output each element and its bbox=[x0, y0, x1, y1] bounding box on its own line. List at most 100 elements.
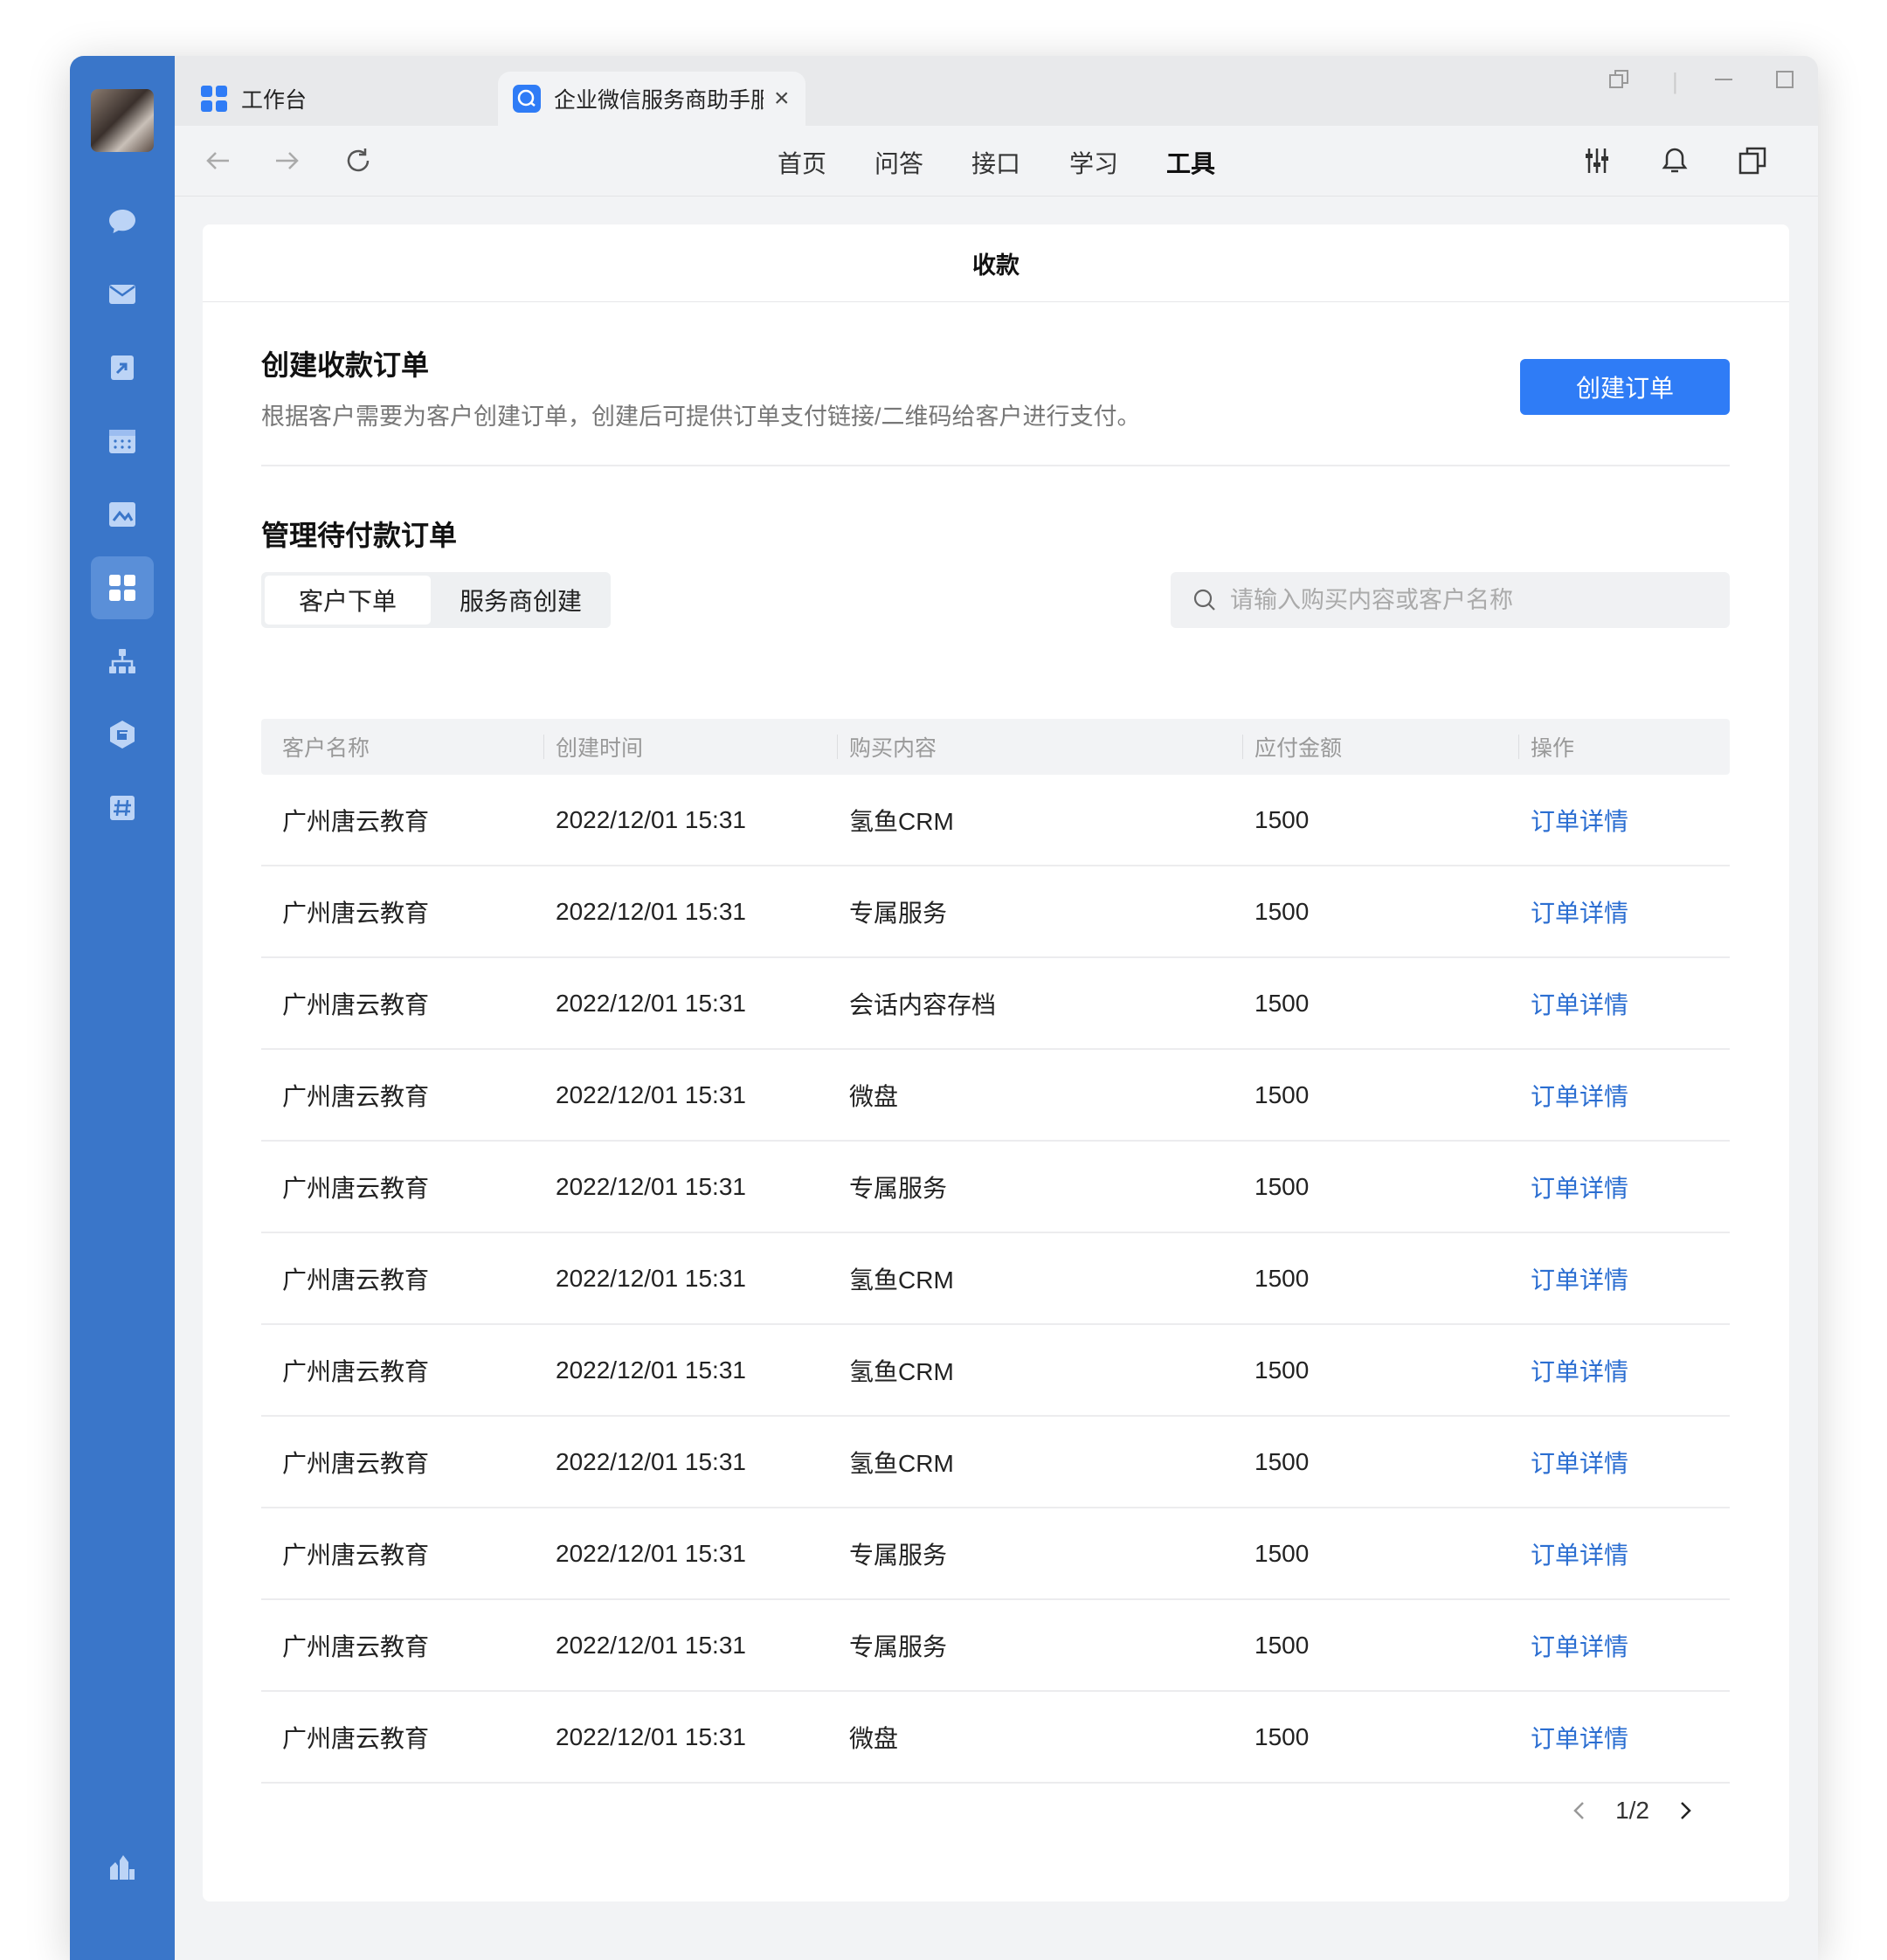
create-order-heading: 创建收款订单 bbox=[261, 349, 430, 381]
table-cell-time: 2022/12/01 15:31 bbox=[556, 1080, 746, 1108]
manage-orders-heading: 管理待付款订单 bbox=[261, 520, 458, 551]
table-cell-time: 2022/12/01 15:31 bbox=[556, 1447, 746, 1475]
restore-window-icon[interactable] bbox=[1607, 68, 1630, 97]
search-input[interactable] bbox=[1228, 585, 1704, 615]
search-box bbox=[1171, 572, 1730, 628]
section-divider bbox=[261, 465, 1730, 466]
table-cell-time: 2022/12/01 15:31 bbox=[556, 1172, 746, 1200]
table-cell-item: 氢鱼CRM bbox=[849, 807, 954, 835]
table-row: 广州唐云教育 2022/12/01 15:31 会话内容存档 1500 订单详情 bbox=[261, 958, 1730, 1050]
segment-customer-orders[interactable]: 客户下单 bbox=[265, 576, 431, 625]
table-cell-customer: 广州唐云教育 bbox=[282, 1449, 430, 1477]
table-cell-item: 会话内容存档 bbox=[849, 990, 997, 1018]
forward-icon[interactable] bbox=[269, 143, 304, 178]
mail-icon[interactable] bbox=[91, 263, 154, 326]
back-icon[interactable] bbox=[201, 143, 236, 178]
search-icon bbox=[1193, 589, 1215, 611]
segment-provider-created[interactable]: 服务商创建 bbox=[434, 576, 607, 625]
table-cell-customer: 广州唐云教育 bbox=[282, 1357, 430, 1385]
tab-workbench[interactable]: 工作台 bbox=[199, 72, 461, 126]
table-cell-time: 2022/12/01 15:31 bbox=[556, 1539, 746, 1567]
nav-api[interactable]: 接口 bbox=[971, 145, 1020, 180]
table-row: 广州唐云教育 2022/12/01 15:31 氢鱼CRM 1500 订单详情 bbox=[261, 1325, 1730, 1417]
column-header-action: 操作 bbox=[1518, 719, 1574, 775]
page-indicator: 1/2 bbox=[1615, 1797, 1649, 1824]
order-details-link[interactable]: 订单详情 bbox=[1531, 1142, 1628, 1232]
chevron-left-icon[interactable] bbox=[1566, 1798, 1593, 1824]
settings-icon[interactable] bbox=[91, 1836, 154, 1899]
nav-tools[interactable]: 工具 bbox=[1166, 145, 1215, 180]
table-row: 广州唐云教育 2022/12/01 15:31 专属服务 1500 订单详情 bbox=[261, 1508, 1730, 1600]
nav-bar: 首页 问答 接口 学习 工具 bbox=[175, 126, 1818, 197]
tab-assistant[interactable]: 企业微信服务商助手服 × bbox=[498, 72, 805, 126]
order-details-link[interactable]: 订单详情 bbox=[1531, 1417, 1628, 1507]
table-cell-customer: 广州唐云教育 bbox=[282, 807, 430, 835]
nav-qa[interactable]: 问答 bbox=[874, 145, 923, 180]
hashtag-icon[interactable] bbox=[91, 776, 154, 839]
nav-home[interactable]: 首页 bbox=[778, 145, 826, 180]
table-cell-amount: 1500 bbox=[1255, 805, 1310, 833]
table-header: 客户名称 创建时间 购买内容 应付金额 操作 bbox=[261, 719, 1730, 775]
minimize-icon[interactable] bbox=[1712, 68, 1735, 97]
order-details-link[interactable]: 订单详情 bbox=[1531, 866, 1628, 956]
table-cell-time: 2022/12/01 15:31 bbox=[556, 897, 746, 925]
order-details-link[interactable]: 订单详情 bbox=[1531, 1508, 1628, 1598]
table-cell-item: 微盘 bbox=[849, 1082, 899, 1110]
table-row: 广州唐云教育 2022/12/01 15:31 微盘 1500 订单详情 bbox=[261, 1050, 1730, 1142]
column-header-label: 购买内容 bbox=[849, 736, 937, 761]
order-details-link[interactable]: 订单详情 bbox=[1531, 1600, 1628, 1690]
chevron-right-icon[interactable] bbox=[1672, 1798, 1698, 1824]
table-row: 广州唐云教育 2022/12/01 15:31 专属服务 1500 订单详情 bbox=[261, 1600, 1730, 1692]
app-window: 工作台 企业微信服务商助手服 × | 首页 问答 接口 学习 工具 收款 创建收… bbox=[70, 56, 1818, 1960]
table-cell-amount: 1500 bbox=[1255, 1447, 1310, 1475]
table-row: 广州唐云教育 2022/12/01 15:31 氢鱼CRM 1500 订单详情 bbox=[261, 775, 1730, 866]
order-details-link[interactable]: 订单详情 bbox=[1531, 1325, 1628, 1415]
workbench-icon[interactable] bbox=[91, 556, 154, 619]
pagination: 1/2 bbox=[1566, 1797, 1698, 1825]
table-cell-time: 2022/12/01 15:31 bbox=[556, 1356, 746, 1384]
order-details-link[interactable]: 订单详情 bbox=[1531, 1692, 1628, 1782]
column-header-item: 购买内容 bbox=[837, 719, 937, 775]
table-cell-amount: 1500 bbox=[1255, 1264, 1310, 1292]
drive-icon[interactable] bbox=[91, 483, 154, 546]
table-cell-amount: 1500 bbox=[1255, 1539, 1310, 1567]
org-chart-icon[interactable] bbox=[91, 630, 154, 693]
order-details-link[interactable]: 订单详情 bbox=[1531, 958, 1628, 1048]
apps-icon[interactable] bbox=[91, 703, 154, 766]
refresh-icon[interactable] bbox=[341, 143, 376, 178]
calendar-icon[interactable] bbox=[91, 410, 154, 473]
table-row: 广州唐云教育 2022/12/01 15:31 专属服务 1500 订单详情 bbox=[261, 866, 1730, 958]
create-order-button[interactable]: 创建订单 bbox=[1520, 359, 1730, 415]
sidebar bbox=[70, 56, 175, 1960]
table-cell-amount: 1500 bbox=[1255, 1172, 1310, 1200]
sliders-icon[interactable] bbox=[1579, 143, 1614, 178]
wecom-assistant-icon bbox=[512, 84, 542, 114]
table-cell-time: 2022/12/01 15:31 bbox=[556, 989, 746, 1017]
table-cell-time: 2022/12/01 15:31 bbox=[556, 805, 746, 833]
close-icon[interactable]: × bbox=[774, 84, 790, 114]
avatar[interactable] bbox=[91, 89, 154, 152]
page-title: 收款 bbox=[203, 224, 1789, 302]
order-source-toggle: 客户下单 服务商创建 bbox=[261, 572, 611, 628]
table-row: 广州唐云教育 2022/12/01 15:31 氢鱼CRM 1500 订单详情 bbox=[261, 1417, 1730, 1508]
nav-learn[interactable]: 学习 bbox=[1069, 145, 1118, 180]
tab-label: 企业微信服务商助手服 bbox=[554, 88, 764, 113]
table-cell-item: 专属服务 bbox=[849, 1541, 948, 1569]
table-row: 广州唐云教育 2022/12/01 15:31 专属服务 1500 订单详情 bbox=[261, 1142, 1730, 1233]
bell-icon[interactable] bbox=[1657, 143, 1692, 178]
table-cell-item: 氢鱼CRM bbox=[849, 1449, 954, 1477]
table-row: 广州唐云教育 2022/12/01 15:31 微盘 1500 订单详情 bbox=[261, 1692, 1730, 1784]
maximize-icon[interactable] bbox=[1773, 68, 1796, 97]
new-window-icon[interactable] bbox=[1735, 143, 1770, 178]
order-details-link[interactable]: 订单详情 bbox=[1531, 775, 1628, 865]
order-details-link[interactable]: 订单详情 bbox=[1531, 1233, 1628, 1323]
table-cell-customer: 广州唐云教育 bbox=[282, 1082, 430, 1110]
table-cell-customer: 广州唐云教育 bbox=[282, 1724, 430, 1752]
chat-icon[interactable] bbox=[91, 190, 154, 252]
order-details-link[interactable]: 订单详情 bbox=[1531, 1050, 1628, 1140]
table-cell-item: 专属服务 bbox=[849, 899, 948, 927]
docs-icon[interactable] bbox=[91, 336, 154, 399]
table-cell-customer: 广州唐云教育 bbox=[282, 1541, 430, 1569]
table-cell-time: 2022/12/01 15:31 bbox=[556, 1631, 746, 1659]
titlebar-separator: | bbox=[1672, 68, 1678, 94]
